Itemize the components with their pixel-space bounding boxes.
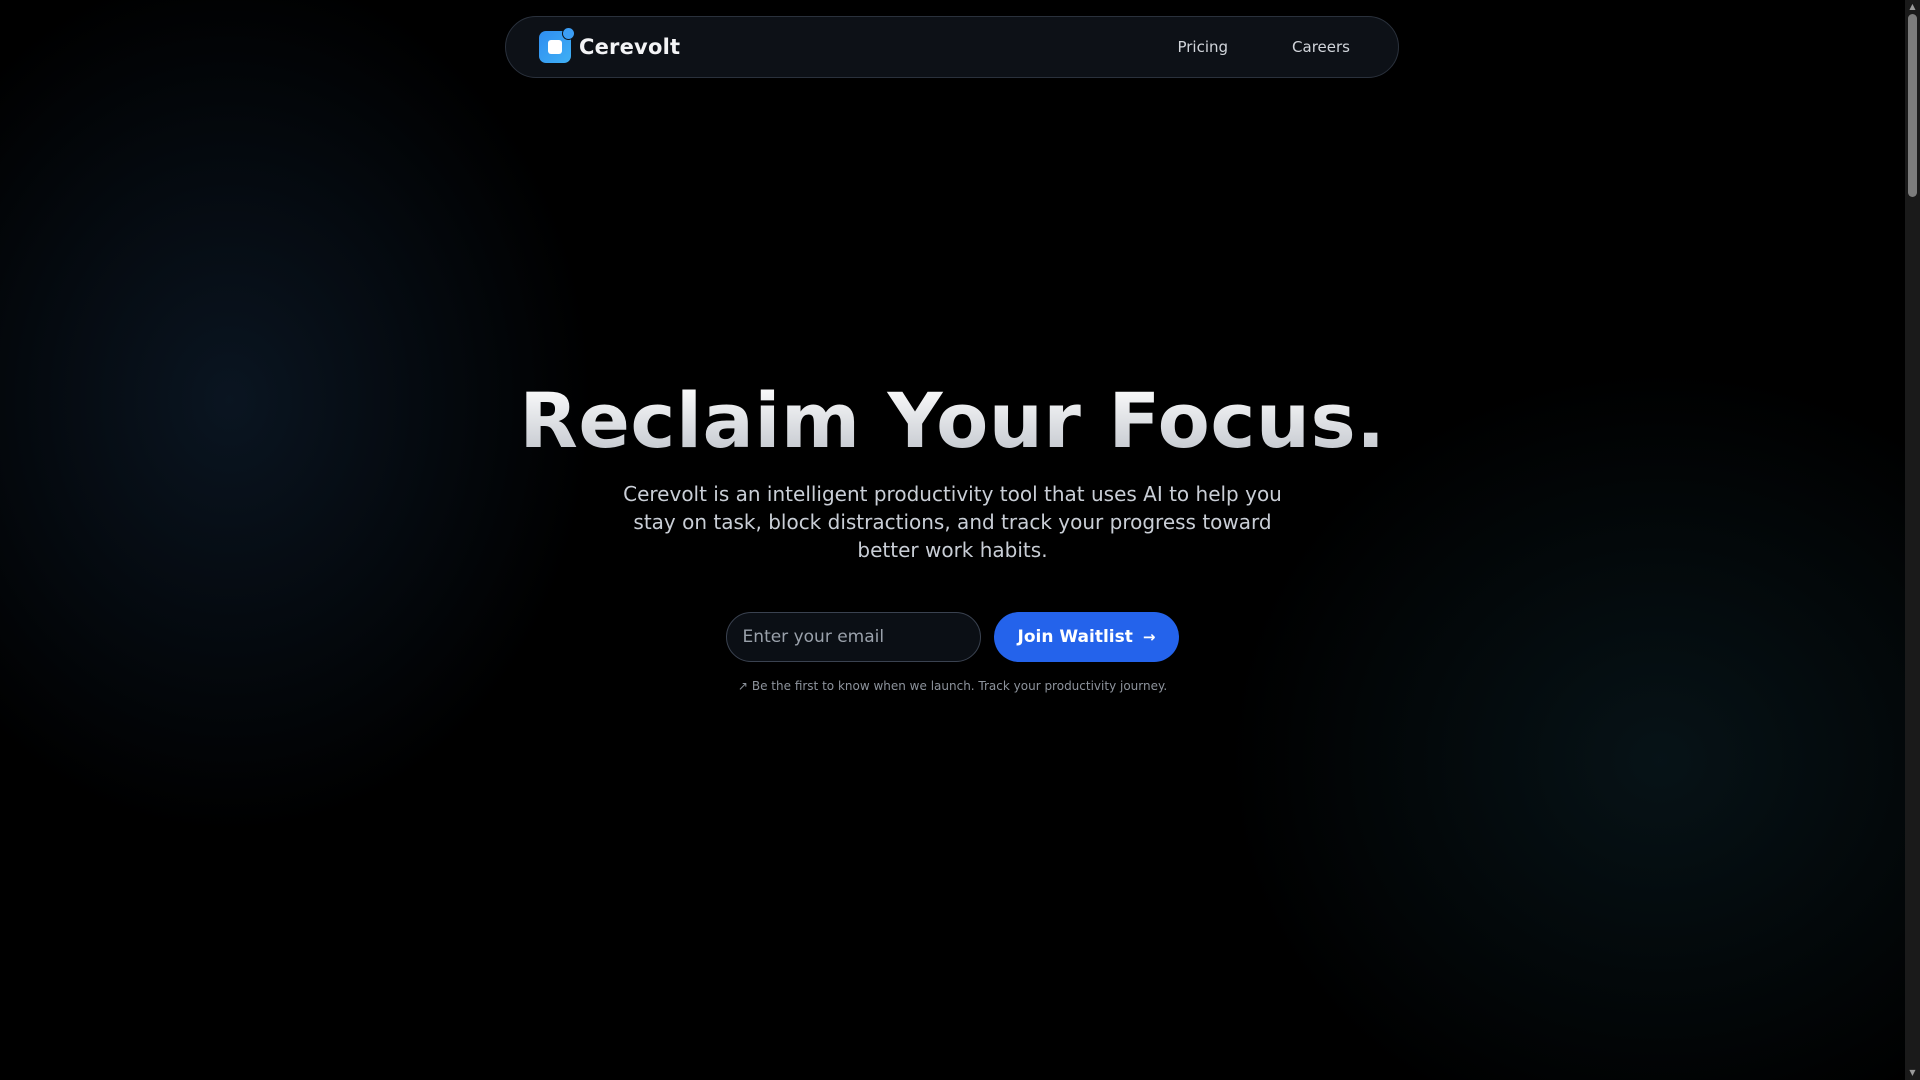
scroll-down-arrow-icon[interactable]: ▼: [1905, 1066, 1920, 1080]
cerevolt-logo-icon: [539, 27, 575, 63]
vertical-scrollbar[interactable]: ▲ ▼: [1905, 0, 1920, 1080]
logo-dot: [562, 27, 575, 40]
waitlist-note-text: Be the first to know when we launch. Tra…: [751, 679, 1168, 693]
scrollbar-thumb[interactable]: [1908, 14, 1917, 197]
email-input[interactable]: [725, 612, 981, 662]
waitlist-note: ↗ Be the first to know when we launch. T…: [0, 679, 1905, 693]
waitlist-form: Join Waitlist →: [0, 612, 1905, 662]
trending-up-icon: ↗: [737, 679, 748, 693]
nav-link-pricing[interactable]: Pricing: [1177, 38, 1228, 56]
hero-section: Reclaim Your Focus. Cerevolt is an intel…: [0, 372, 1905, 693]
landing-page: Cerevolt Pricing Careers Reclaim Your Fo…: [0, 0, 1920, 1080]
scroll-up-arrow-icon[interactable]: ▲: [1905, 0, 1920, 14]
top-nav: Cerevolt Pricing Careers: [505, 16, 1399, 78]
hero-headline: Reclaim Your Focus.: [0, 372, 1905, 470]
logo-inner-square: [548, 40, 562, 54]
join-waitlist-button[interactable]: Join Waitlist →: [993, 612, 1180, 662]
hero-subtext: Cerevolt is an intelligent productivity …: [623, 482, 1282, 562]
join-waitlist-label: Join Waitlist: [1017, 627, 1133, 647]
nav-links: Pricing Careers: [1177, 38, 1350, 56]
nav-link-careers[interactable]: Careers: [1292, 38, 1350, 56]
brand[interactable]: Cerevolt: [539, 27, 681, 63]
arrow-right-icon: →: [1142, 628, 1156, 646]
brand-name: Cerevolt: [579, 35, 681, 59]
